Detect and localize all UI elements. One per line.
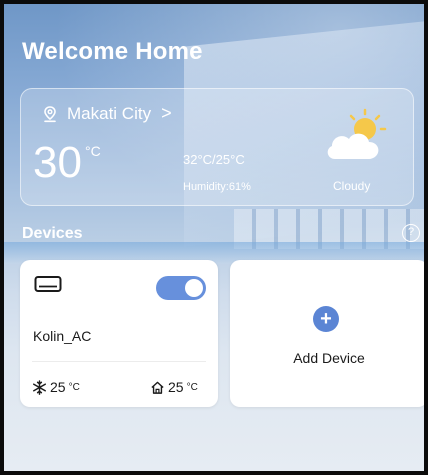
humidity: Humidity:61% — [183, 181, 251, 193]
add-device-card[interactable]: + Add Device — [230, 260, 424, 407]
device-card-kolin-ac[interactable]: Kolin_AC 25 °C 25 °C — [20, 260, 218, 407]
power-toggle[interactable] — [156, 276, 206, 300]
temperature-range: 32°C/25°C — [183, 152, 245, 167]
current-temperature: 30 — [33, 138, 82, 187]
room-temperature: 25 °C — [150, 379, 198, 395]
help-icon[interactable]: ? — [402, 224, 420, 242]
add-device-label: Add Device — [293, 350, 365, 366]
chevron-right-icon: > — [161, 103, 172, 123]
plus-icon[interactable]: + — [313, 306, 339, 332]
partly-cloudy-icon — [327, 108, 387, 159]
app-screen: Welcome Home Makati City > 30 °C 32°C/25… — [0, 0, 428, 475]
set-temperature: 25 °C — [32, 379, 80, 395]
snowflake-icon — [33, 379, 46, 395]
toggle-knob — [185, 279, 203, 297]
room-temperature-value: 25 — [168, 379, 184, 395]
divider — [32, 361, 206, 362]
temperature-unit: °C — [85, 143, 101, 159]
location-selector[interactable]: Makati City > — [41, 103, 172, 124]
home-icon — [151, 381, 164, 394]
air-conditioner-icon — [34, 276, 62, 292]
devices-section-title: Devices — [22, 225, 83, 242]
device-name: Kolin_AC — [33, 328, 92, 344]
weather-condition: Cloudy — [333, 179, 371, 193]
set-temperature-unit: °C — [68, 381, 80, 393]
set-temperature-value: 25 — [50, 379, 66, 395]
location-pin-icon — [44, 105, 56, 122]
weather-card[interactable]: Makati City > 30 °C 32°C/25°C Humidity:6… — [20, 88, 414, 206]
room-temperature-unit: °C — [186, 381, 198, 393]
page-title: Welcome Home — [22, 38, 203, 65]
location-name: Makati City — [67, 103, 152, 123]
